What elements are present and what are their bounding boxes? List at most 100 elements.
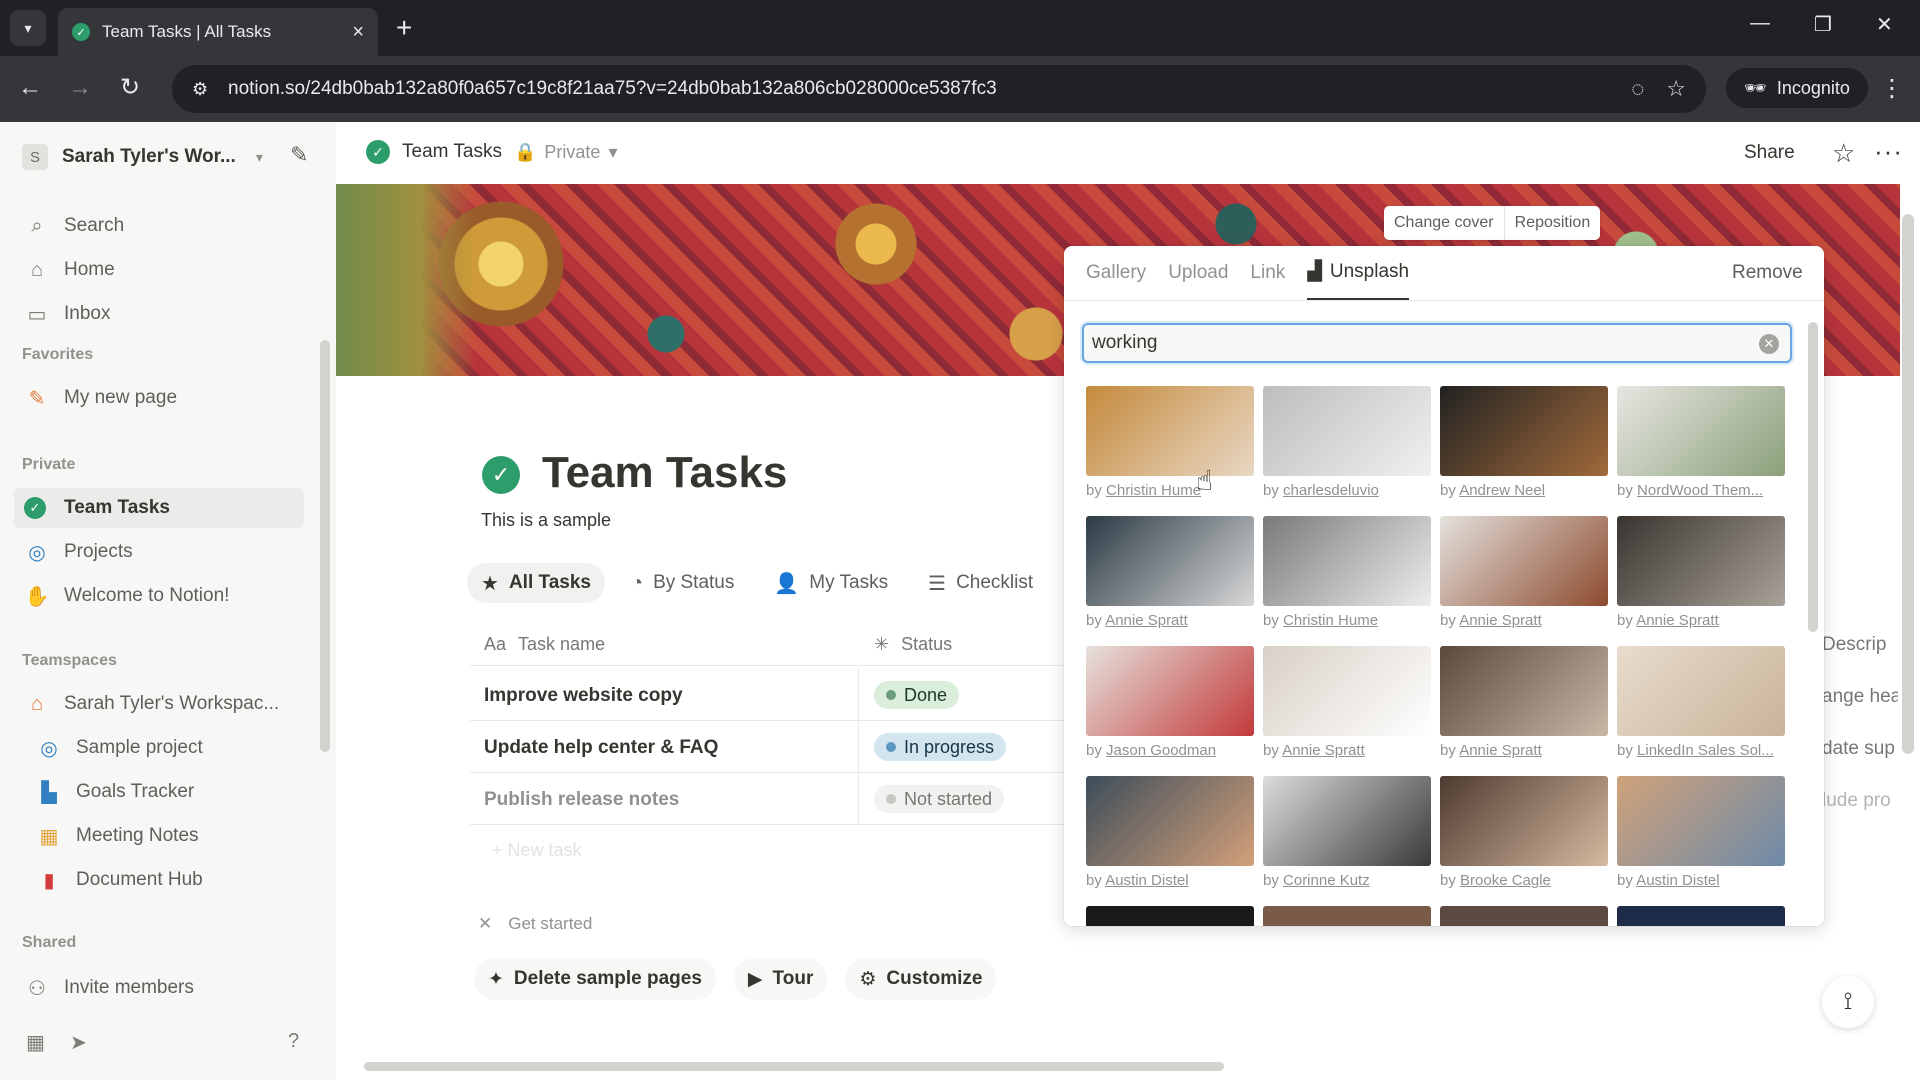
breadcrumb[interactable]: ✓ Team Tasks	[366, 140, 502, 164]
change-cover-button[interactable]: Change cover	[1384, 206, 1504, 240]
delete-sample-pages-button[interactable]: ✦ Delete sample pages	[474, 958, 716, 1000]
close-window-icon[interactable]: ✕	[1876, 12, 1893, 37]
send-icon[interactable]: ➤	[70, 1030, 87, 1055]
status-badge[interactable]: In progress	[874, 733, 1007, 761]
task-name[interactable]: Publish release notes	[484, 789, 679, 811]
tab-checklist[interactable]: ☰ Checklist	[914, 563, 1047, 603]
photo-author-link[interactable]: Brooke Cagle	[1460, 872, 1551, 889]
tab-my-tasks[interactable]: 👤 My Tasks	[760, 563, 902, 603]
sidebar-scrollbar[interactable]	[320, 340, 330, 752]
favorite-star-icon[interactable]: ☆	[1832, 138, 1855, 169]
close-tab-icon[interactable]: ×	[352, 21, 364, 44]
unsplash-photo-thumbnail[interactable]	[1263, 516, 1431, 606]
page-check-circle-icon[interactable]: ✓	[482, 456, 520, 494]
new-page-compose-icon[interactable]: ✎	[290, 142, 308, 168]
photo-author-link[interactable]: Corinne Kutz	[1283, 872, 1370, 889]
horizontal-scrollbar[interactable]	[364, 1062, 1224, 1071]
sidebar-item-invite-members[interactable]: ⚇ Invite members	[14, 968, 304, 1008]
sidebar-item-welcome[interactable]: ✋ Welcome to Notion!	[14, 576, 304, 616]
teamspaces-heading[interactable]: Teamspaces	[22, 652, 117, 670]
photo-author-link[interactable]: LinkedIn Sales Sol...	[1637, 742, 1774, 759]
sidebar-item-my-new-page[interactable]: ✎ My new page	[14, 378, 304, 418]
sidebar-item-sample-project[interactable]: ◎ Sample project	[14, 728, 304, 768]
site-info-icon[interactable]: ⚙	[192, 79, 228, 100]
more-options-icon[interactable]: ···	[1874, 136, 1903, 167]
unsplash-photo-thumbnail[interactable]	[1617, 906, 1785, 926]
favorites-heading[interactable]: Favorites	[22, 346, 93, 364]
sidebar-item-goals-tracker[interactable]: ▙ Goals Tracker	[14, 772, 304, 812]
share-button[interactable]: Share	[1744, 142, 1795, 164]
unsplash-photo-thumbnail[interactable]	[1086, 386, 1254, 476]
customize-button[interactable]: ⚙ Customize	[845, 958, 997, 1000]
sidebar-item-meeting-notes[interactable]: ▦ Meeting Notes	[14, 816, 304, 856]
photo-author-link[interactable]: Austin Distel	[1105, 872, 1188, 889]
unsplash-photo-thumbnail[interactable]	[1440, 516, 1608, 606]
photo-author-link[interactable]: Andrew Neel	[1459, 482, 1545, 499]
unsplash-photo-thumbnail[interactable]	[1440, 906, 1608, 926]
browser-tab-active[interactable]: ✓ Team Tasks | All Tasks ×	[58, 8, 378, 56]
close-icon[interactable]: ✕	[478, 914, 492, 934]
tab-link[interactable]: Link	[1250, 246, 1285, 300]
restore-window-icon[interactable]: ❐	[1814, 12, 1832, 37]
minimize-window-icon[interactable]: —	[1750, 12, 1770, 35]
address-bar[interactable]: ⚙ notion.so/24db0bab132a80f0a657c19c8f21…	[172, 65, 1706, 113]
unsplash-photo-thumbnail[interactable]	[1086, 646, 1254, 736]
tab-unsplash[interactable]: ▟ Unsplash	[1307, 246, 1410, 300]
unsplash-photo-thumbnail[interactable]	[1086, 776, 1254, 866]
description-cell[interactable]: lude pro	[1822, 790, 1898, 812]
photo-author-link[interactable]: NordWood Them...	[1637, 482, 1763, 499]
page-title[interactable]: Team Tasks	[542, 448, 787, 498]
tab-upload[interactable]: Upload	[1168, 246, 1228, 300]
photo-author-link[interactable]: Annie Spratt	[1282, 742, 1365, 759]
remove-cover-button[interactable]: Remove	[1732, 262, 1803, 284]
private-heading[interactable]: Private	[22, 456, 75, 474]
sidebar-item-search[interactable]: ⌕ Search	[14, 206, 304, 246]
table-row[interactable]: Improve website copy Done	[470, 669, 1070, 721]
sidebar-item-document-hub[interactable]: ▮ Document Hub	[14, 860, 304, 900]
workspace-switcher[interactable]: S Sarah Tyler's Wor... ▾	[22, 140, 263, 174]
photo-author-link[interactable]: Annie Spratt	[1459, 742, 1542, 759]
unsplash-photo-thumbnail[interactable]	[1440, 646, 1608, 736]
column-header-task-name[interactable]: Aa Task name	[484, 634, 605, 655]
task-name[interactable]: Improve website copy	[484, 685, 683, 707]
unsplash-photo-thumbnail[interactable]	[1440, 776, 1608, 866]
photo-author-link[interactable]: Annie Spratt	[1636, 612, 1719, 629]
unsplash-photo-thumbnail[interactable]	[1263, 386, 1431, 476]
status-badge[interactable]: Not started	[874, 785, 1005, 813]
unsplash-photo-thumbnail[interactable]	[1086, 516, 1254, 606]
privacy-selector[interactable]: 🔒 Private ▾	[514, 142, 618, 163]
page-description[interactable]: This is a sample	[481, 510, 611, 531]
photo-author-link[interactable]: Annie Spratt	[1105, 612, 1188, 629]
unsplash-photo-thumbnail[interactable]	[1617, 776, 1785, 866]
help-icon[interactable]: ?	[288, 1030, 299, 1053]
table-row[interactable]: Publish release notes Not started	[470, 773, 1070, 825]
back-arrow-icon[interactable]: ←	[18, 74, 42, 102]
column-header-description[interactable]: Descrip	[1822, 634, 1898, 656]
sidebar-item-teamspace[interactable]: ⌂ Sarah Tyler's Workspac...	[14, 684, 304, 724]
tab-by-status[interactable]: ◔ By Status	[617, 563, 748, 603]
tab-gallery[interactable]: Gallery	[1086, 246, 1146, 300]
photo-author-link[interactable]: Jason Goodman	[1106, 742, 1216, 759]
sidebar-item-inbox[interactable]: ▭ Inbox	[14, 294, 304, 334]
photo-author-link[interactable]: Christin Hume	[1283, 612, 1378, 629]
photo-author-link[interactable]: Austin Distel	[1636, 872, 1719, 889]
unsplash-photo-thumbnail[interactable]	[1617, 646, 1785, 736]
eye-off-icon[interactable]: ◌	[1631, 76, 1644, 102]
tab-all-tasks[interactable]: ★ All Tasks	[467, 563, 605, 603]
unsplash-search-input[interactable]	[1082, 323, 1792, 363]
calendar-icon[interactable]: ▦	[26, 1030, 45, 1055]
sidebar-item-team-tasks[interactable]: ✓ Team Tasks	[14, 488, 304, 528]
unsplash-photo-thumbnail[interactable]	[1617, 516, 1785, 606]
shared-heading[interactable]: Shared	[22, 934, 76, 952]
column-header-status[interactable]: ✳ Status	[874, 634, 952, 655]
reload-icon[interactable]: ↻	[120, 74, 140, 102]
new-tab-plus-icon[interactable]: +	[396, 12, 412, 44]
task-name[interactable]: Update help center & FAQ	[484, 737, 718, 759]
new-task-button[interactable]: + New task	[492, 840, 582, 861]
forward-arrow-icon[interactable]: →	[68, 74, 92, 102]
sidebar-item-home[interactable]: ⌂ Home	[14, 250, 304, 290]
unsplash-photo-thumbnail[interactable]	[1263, 776, 1431, 866]
browser-menu-icon[interactable]: ⋮	[1880, 74, 1904, 103]
incognito-badge[interactable]: 🕶 Incognito	[1726, 68, 1868, 108]
description-cell[interactable]: ange hea	[1822, 686, 1898, 708]
